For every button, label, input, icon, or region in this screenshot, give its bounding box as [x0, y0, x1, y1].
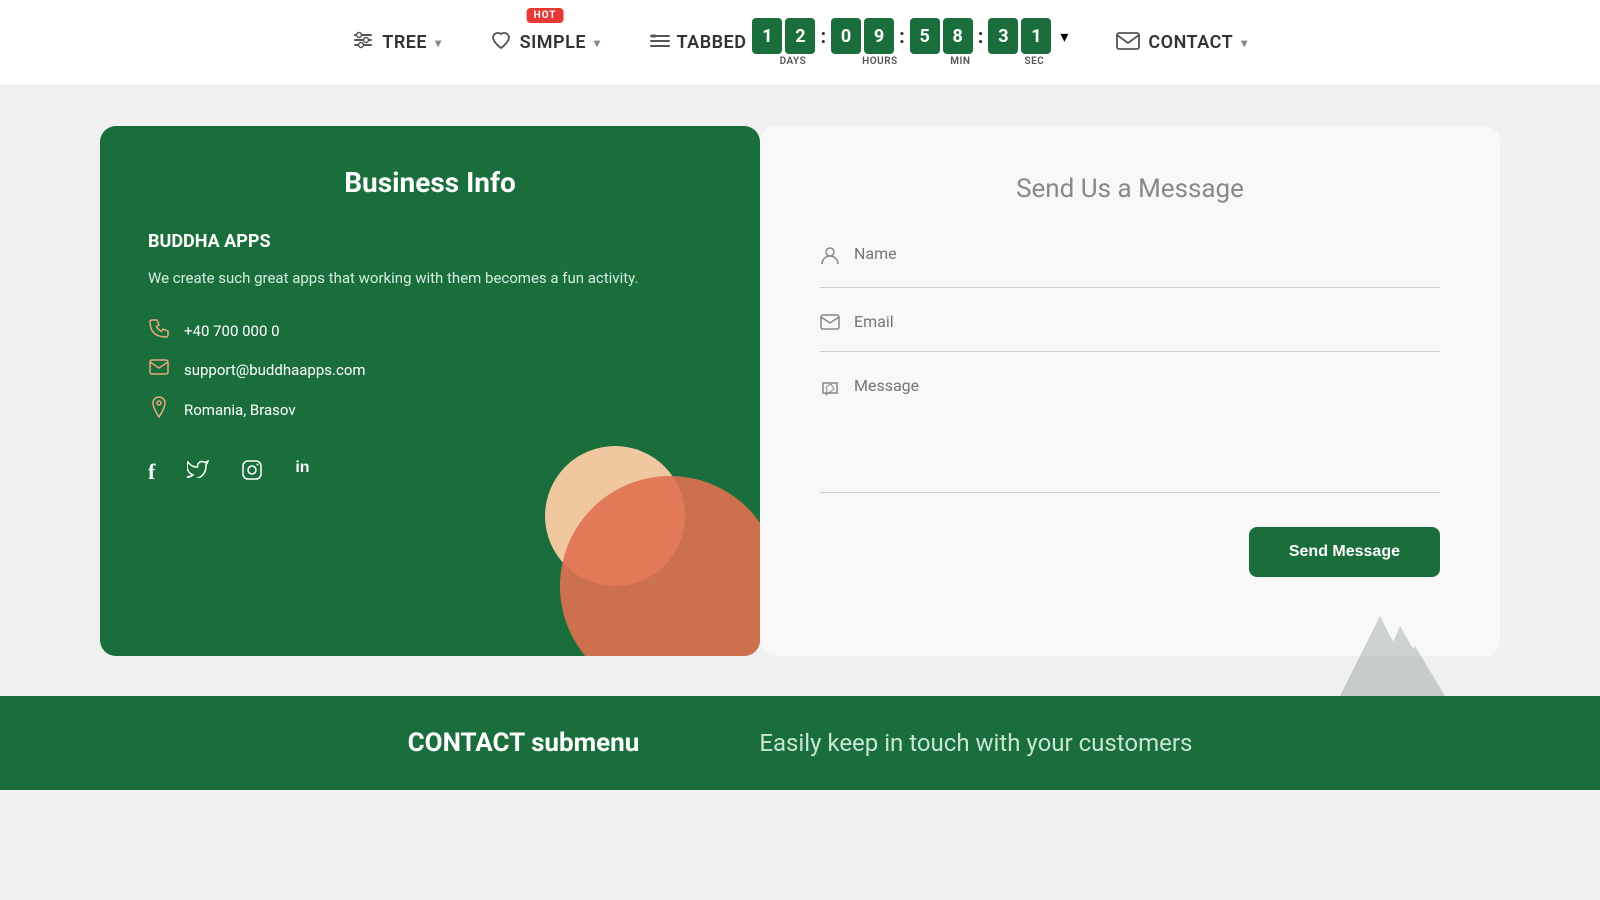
sec-2: 1: [1021, 18, 1051, 54]
tree-label: TREE: [382, 32, 427, 53]
phone-number: +40 700 000 0: [184, 322, 280, 340]
phone-item: +40 700 000 0: [148, 318, 712, 343]
email-icon: [148, 359, 170, 380]
contact-chevron: ▾: [1241, 36, 1248, 50]
footer-subtitle: Easily keep in touch with your customers: [759, 729, 1192, 757]
location-text: Romania, Brasov: [184, 401, 296, 419]
seconds-group: 3 1: [988, 18, 1051, 54]
tree-chevron: ▾: [435, 36, 442, 50]
hot-badge: HOT: [527, 8, 564, 23]
email-field-wrapper: [820, 312, 1440, 352]
business-card-title: Business Info: [148, 166, 712, 199]
nav-tabbed[interactable]: TABBED 1 2 : 0 9 : 5 8 :: [649, 18, 1069, 67]
name-input[interactable]: [854, 244, 1440, 263]
company-name: BUDDHA APPS: [148, 231, 712, 252]
location-icon: [148, 396, 170, 423]
min-2: 8: [943, 18, 973, 54]
twitter-icon[interactable]: [187, 459, 209, 486]
sec-label: SEC: [1009, 56, 1059, 67]
main-content: Business Info BUDDHA APPS We create such…: [0, 86, 1600, 696]
sep-1: :: [820, 24, 826, 48]
email-item: support@buddhaapps.com: [148, 359, 712, 380]
navbar: TREE ▾ HOT SIMPLE ▾ TABBED 1: [0, 0, 1600, 86]
countdown: 1 2 : 0 9 : 5 8 : 3 1 ▾: [752, 18, 1068, 67]
facebook-icon[interactable]: f: [148, 459, 155, 486]
linkedin-icon[interactable]: in: [295, 459, 309, 486]
min-label: MIN: [935, 56, 985, 67]
sec-1: 3: [988, 18, 1018, 54]
nav-contact[interactable]: CONTACT ▾: [1116, 31, 1247, 55]
phone-icon: [148, 318, 170, 343]
min-1: 5: [910, 18, 940, 54]
hours-label: HOURS: [848, 56, 911, 67]
sep-2: :: [899, 24, 905, 48]
mountains-decoration: [1280, 576, 1480, 696]
hour-2: 9: [864, 18, 894, 54]
days-label: DAYS: [761, 56, 824, 67]
minutes-group: 5 8: [910, 18, 973, 54]
form-title: Send Us a Message: [820, 174, 1440, 204]
message-input[interactable]: [854, 376, 1440, 476]
send-message-button[interactable]: Send Message: [1249, 527, 1440, 577]
footer-title: CONTACT submenu: [408, 728, 640, 758]
business-card: Business Info BUDDHA APPS We create such…: [100, 126, 760, 656]
sep-3: :: [978, 24, 984, 48]
simple-label: SIMPLE: [520, 32, 586, 53]
contact-mail-icon: [1116, 31, 1140, 55]
simple-chevron: ▾: [594, 36, 601, 50]
location-item: Romania, Brasov: [148, 396, 712, 423]
hour-1: 0: [831, 18, 861, 54]
name-icon: [820, 246, 840, 271]
instagram-icon[interactable]: [241, 459, 263, 486]
tabbed-label: TABBED: [677, 32, 747, 53]
day-1: 1: [752, 18, 782, 54]
tabbed-icon: [649, 32, 671, 54]
heart-icon: [490, 30, 512, 55]
hours-group: 0 9: [831, 18, 894, 54]
tree-icon: [352, 29, 374, 56]
message-icon: [820, 380, 840, 405]
email-input[interactable]: [854, 312, 1440, 331]
days-group: 1 2: [752, 18, 815, 54]
email-form-icon: [820, 314, 840, 335]
footer-bar: CONTACT submenu Easily keep in touch wit…: [0, 696, 1600, 790]
countdown-chevron[interactable]: ▾: [1060, 27, 1068, 46]
business-description: We create such great apps that working w…: [148, 266, 712, 290]
nav-tree[interactable]: TREE ▾: [352, 29, 441, 56]
nav-simple[interactable]: HOT SIMPLE ▾: [490, 30, 601, 55]
day-2: 2: [785, 18, 815, 54]
email-address: support@buddhaapps.com: [184, 361, 366, 379]
contact-label: CONTACT: [1148, 32, 1233, 53]
message-field-wrapper: [820, 376, 1440, 493]
name-field-wrapper: [820, 244, 1440, 288]
